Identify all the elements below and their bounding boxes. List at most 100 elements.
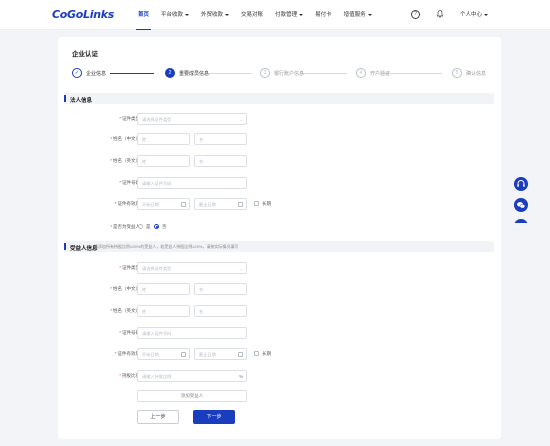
progress-steps: ✓ 企业信息 2 重要成员信息 3 银行账户信息 4 开户验证 5 确认信息 (72, 68, 492, 80)
user-center-menu[interactable]: 个人中心 (460, 0, 489, 30)
legal-given-name-en-input[interactable]: 名 (194, 155, 247, 167)
legal-end-date-input[interactable]: 截止日期 (194, 198, 247, 210)
legal-surname-cn-input[interactable]: 姓 (137, 133, 190, 145)
step-connector (382, 73, 442, 74)
legal-start-date-input[interactable]: 开始日期 (137, 198, 190, 210)
calendar-icon (238, 202, 243, 207)
legal-id-number-row: *证件号码 请输入证件号码 (58, 177, 501, 189)
user-center-label: 个人中心 (460, 12, 483, 18)
ben-start-date-input[interactable]: 开始日期 (137, 348, 190, 360)
ben-given-name-en-input[interactable]: 名 (194, 305, 247, 317)
ben-name-cn-row: *姓名（中文） 姓 名 (58, 283, 501, 295)
nav-item-4[interactable]: 付款管理 (269, 0, 309, 30)
wechat-icon[interactable] (514, 198, 528, 212)
main-nav: 首页 平台收款 外贸收款 交易对账 付款管理 易付卡 增值服务 (132, 0, 378, 30)
legal-surname-en-input[interactable]: 姓 (137, 155, 190, 167)
collapsed-float-button[interactable] (514, 219, 528, 223)
add-beneficiary-button[interactable]: 添加受益人 (137, 390, 247, 402)
check-icon: ✓ (72, 68, 82, 78)
brand-logo[interactable]: CoGoLinks (52, 8, 114, 21)
step-1: ✓ 企业信息 (72, 68, 106, 78)
ben-surname-en-input[interactable]: 姓 (137, 305, 190, 317)
step-number: 3 (260, 68, 270, 78)
nav-item-5[interactable]: 易付卡 (309, 0, 338, 30)
step-label: 重要成员信息 (179, 70, 210, 77)
customer-service-icon[interactable] (514, 177, 528, 191)
legal-id-type-select[interactable]: 请选择证件类型 ⌄ (137, 113, 247, 125)
ben-given-name-cn-input[interactable]: 名 (194, 283, 247, 295)
field-label: *是否为受益人 (110, 224, 140, 229)
step-label: 企业信息 (86, 70, 107, 77)
nav-item-6[interactable]: 增值服务 (338, 0, 378, 30)
chevron-down-icon (299, 13, 304, 16)
nav-item-1[interactable]: 平台收款 (155, 0, 195, 30)
step-label: 开户验证 (370, 70, 391, 77)
step-number: 2 (165, 68, 175, 78)
chevron-down-icon (367, 13, 372, 16)
field-label: *姓名（英文） (110, 158, 140, 163)
calendar-icon (181, 202, 186, 207)
bell-icon[interactable] (437, 10, 443, 18)
no-label: 否 (162, 223, 167, 229)
chevron-down-icon: ⌄ (239, 117, 243, 122)
step-label: 银行账户信息 (274, 70, 305, 77)
yes-label: 是 (146, 223, 151, 229)
ben-id-number-input[interactable]: 请输入证件号码 (137, 327, 247, 339)
field-label: *姓名（英文） (110, 308, 140, 313)
nav-item-label: 易付卡 (315, 12, 332, 18)
next-step-button[interactable]: 下一步 (193, 410, 235, 424)
calendar-icon (238, 352, 243, 357)
legal-given-name-cn-input[interactable]: 名 (194, 133, 247, 145)
chevron-down-icon: ⌄ (239, 266, 243, 271)
nav-item-label: 平台收款 (161, 12, 184, 18)
beneficiary-no-radio[interactable] (154, 224, 159, 229)
step-connector (204, 73, 252, 74)
step-connector (300, 73, 347, 74)
step-label: 确认信息 (466, 70, 487, 77)
long-term-label: 长期 (262, 350, 271, 356)
chevron-down-icon (484, 13, 489, 16)
legal-name-en-row: *姓名（英文） 姓 名 (58, 155, 501, 167)
app-frame: CoGoLinks 首页 平台收款 外贸收款 交易对账 付款管理 易付卡 增值服务 ? 个人… (0, 0, 550, 446)
ben-long-term-checkbox[interactable] (254, 351, 259, 356)
ben-id-number-row: *证件号码 请输入证件号码 (58, 327, 501, 339)
ben-id-validity-row: *证件有效期 开始日期 截止日期 长期 (58, 348, 501, 360)
legal-id-type-row: *证件类型 请选择证件类型 ⌄ (58, 113, 501, 125)
nav-item-2[interactable]: 外贸收款 (195, 0, 235, 30)
legal-id-number-input[interactable]: 请输入证件号码 (137, 177, 247, 189)
legal-is-beneficiary-row: *是否为受益人 是 否 (58, 221, 501, 233)
legal-person-section-header: 法人信息 (64, 93, 494, 104)
long-term-label: 长期 (262, 200, 271, 206)
ben-end-date-input[interactable]: 截止日期 (194, 348, 247, 360)
step-number: 4 (356, 68, 366, 78)
step-number: 5 (452, 68, 462, 78)
ben-share-ratio-row: *持股比例 请输入持股比例 % (58, 370, 501, 382)
ben-name-en-row: *姓名（英文） 姓 名 (58, 305, 501, 317)
nav-item-label: 增值服务 (343, 12, 366, 18)
ben-share-ratio-input[interactable]: 请输入持股比例 % (137, 370, 247, 382)
top-navigation-bar: CoGoLinks 首页 平台收款 外贸收款 交易对账 付款管理 易付卡 增值服务 ? 个人… (0, 0, 550, 30)
help-icon[interactable]: ? (411, 10, 420, 19)
beneficiary-section-header: 受益人信息 请添加所有持股比例≥25%的受益人，若受益人持股比例≥25%，请按实… (64, 241, 494, 252)
ben-id-type-row: *证件类型 请选择证件类型 ⌄ (58, 262, 501, 274)
beneficiary-yes-radio[interactable] (138, 224, 143, 229)
section-title: 法人信息 (70, 97, 93, 104)
nav-item-label: 外贸收款 (201, 12, 224, 18)
legal-long-term-checkbox[interactable] (254, 201, 259, 206)
percent-suffix: % (238, 373, 243, 379)
auth-card: 企业认证 ✓ 企业信息 2 重要成员信息 3 银行账户信息 4 开户验证 5 确认信息 法人信息 … (58, 37, 501, 439)
ben-surname-cn-input[interactable]: 姓 (137, 283, 190, 295)
nav-item-label: 首页 (138, 12, 150, 18)
prev-step-button[interactable]: 上一步 (137, 410, 179, 424)
step-5: 5 确认信息 (452, 68, 486, 78)
page-title: 企业认证 (72, 51, 98, 58)
step-connector (110, 73, 154, 74)
nav-item-0[interactable]: 首页 (132, 0, 155, 30)
field-label: *姓名（中文） (110, 136, 140, 141)
ben-id-type-select[interactable]: 请选择证件类型 ⌄ (137, 262, 247, 274)
nav-item-3[interactable]: 交易对账 (235, 0, 269, 30)
nav-item-label: 付款管理 (275, 12, 298, 18)
field-label: *姓名（中文） (110, 286, 140, 291)
step-3: 3 银行账户信息 (260, 68, 304, 78)
step-2: 2 重要成员信息 (165, 68, 209, 78)
